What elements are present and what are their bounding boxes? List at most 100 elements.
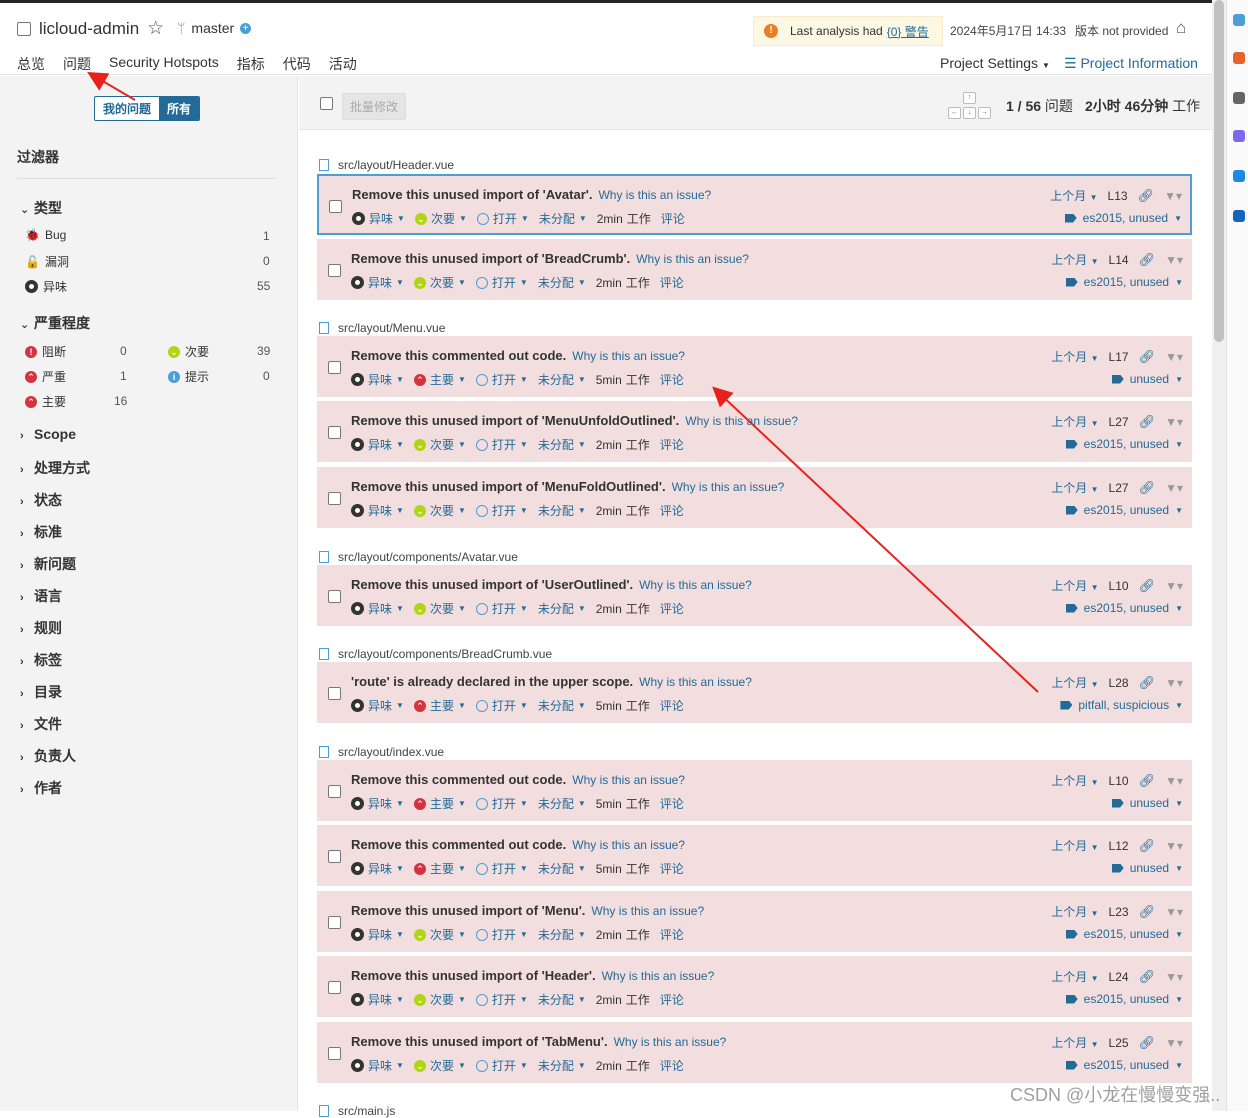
issue-status[interactable]: 打开 ▼ — [475, 600, 528, 617]
home-icon[interactable]: ⌂ — [1176, 18, 1186, 38]
issue-status[interactable]: 打开 ▼ — [475, 436, 528, 453]
issue-message[interactable]: Remove this unused import of 'Menu'. Why … — [351, 903, 704, 918]
issue-type[interactable]: 异味 ▼ — [351, 600, 404, 617]
issue-message[interactable]: Remove this unused import of 'MenuUnfold… — [351, 413, 798, 428]
file-path[interactable]: src/layout/Header.vue — [319, 158, 454, 172]
file-path[interactable]: src/main.js — [319, 1104, 395, 1118]
issue-row[interactable]: 'route' is already declared in the upper… — [317, 662, 1192, 723]
why-link[interactable]: Why is this an issue? — [685, 414, 798, 428]
file-path[interactable]: src/layout/Menu.vue — [319, 321, 445, 335]
issue-date[interactable]: 上个月 ▼ — [1051, 837, 1098, 854]
issue-message[interactable]: Remove this unused import of 'UserOutlin… — [351, 577, 752, 592]
issue-line[interactable]: L14 — [1109, 253, 1129, 267]
issue-assignee[interactable]: 未分配 ▼ — [538, 502, 586, 519]
project-settings-menu[interactable]: Project Settings ▼ — [940, 55, 1050, 71]
scrollbar-thumb[interactable] — [1214, 0, 1224, 342]
issue-checkbox[interactable] — [328, 264, 341, 277]
filter-icon[interactable]: ▼▾ — [1165, 1036, 1183, 1050]
file-path[interactable]: src/layout/components/BreadCrumb.vue — [319, 647, 552, 661]
permalink-icon[interactable]: 🔗︎ — [1139, 1035, 1156, 1051]
filter-icon[interactable]: ▼▾ — [1165, 481, 1183, 495]
issue-status[interactable]: 打开 ▼ — [475, 795, 528, 812]
issue-line[interactable]: L17 — [1109, 350, 1129, 364]
issue-message[interactable]: Remove this unused import of 'Header'. Wh… — [351, 968, 714, 983]
issue-row[interactable]: Remove this unused import of 'UserOutlin… — [317, 565, 1192, 626]
why-link[interactable]: Why is this an issue? — [572, 838, 685, 852]
comment-link[interactable]: 评论 — [660, 1057, 684, 1074]
issue-line[interactable]: L12 — [1109, 839, 1129, 853]
issue-severity[interactable]: ⌄ 次要 ▼ — [413, 274, 466, 291]
issue-status[interactable]: 打开 ▼ — [475, 860, 528, 877]
why-link[interactable]: Why is this an issue? — [614, 1035, 727, 1049]
issue-date[interactable]: 上个月 ▼ — [1051, 903, 1098, 920]
filter-icon[interactable]: ▼▾ — [1165, 350, 1183, 364]
permalink-icon[interactable]: 🔗︎ — [1139, 349, 1156, 365]
panel-icon[interactable] — [1233, 92, 1245, 104]
issue-date[interactable]: 上个月 ▼ — [1051, 348, 1098, 365]
warning-link[interactable]: {0} 警告 — [887, 23, 929, 40]
panel-icon[interactable] — [1233, 210, 1245, 222]
issue-severity[interactable]: ⌄ 次要 ▼ — [413, 926, 466, 943]
issue-assignee[interactable]: 未分配 ▼ — [538, 860, 586, 877]
issue-severity[interactable]: ⌃ 主要 ▼ — [413, 697, 466, 714]
issue-status[interactable]: 打开 ▼ — [475, 502, 528, 519]
issue-status[interactable]: 打开 ▼ — [475, 371, 528, 388]
comment-link[interactable]: 评论 — [660, 860, 684, 877]
issue-message[interactable]: Remove this unused import of 'Avatar'. Wh… — [352, 187, 711, 202]
comment-link[interactable]: 评论 — [661, 210, 685, 227]
issue-assignee[interactable]: 未分配 ▼ — [539, 210, 587, 227]
issue-row[interactable]: Remove this unused import of 'Header'. Wh… — [317, 956, 1192, 1017]
select-all-checkbox[interactable] — [320, 97, 333, 110]
why-link[interactable]: Why is this an issue? — [572, 773, 685, 787]
severity-critical[interactable]: ⌃ 严重 — [25, 368, 66, 385]
issue-message[interactable]: Remove this unused import of 'MenuFoldOu… — [351, 479, 784, 494]
file-path[interactable]: src/layout/components/Avatar.vue — [319, 550, 518, 564]
why-link[interactable]: Why is this an issue? — [602, 969, 715, 983]
comment-link[interactable]: 评论 — [660, 795, 684, 812]
panel-icon[interactable] — [1233, 52, 1245, 64]
issue-tags[interactable]: unused ▼ — [1111, 861, 1183, 875]
permalink-icon[interactable]: 🔗︎ — [1139, 480, 1156, 496]
issue-type[interactable]: 异味 ▼ — [351, 436, 404, 453]
severity-info[interactable]: i 提示 — [168, 368, 209, 385]
issue-severity[interactable]: ⌄ 次要 ▼ — [413, 991, 466, 1008]
issue-row[interactable]: Remove this commented out code. Why is th… — [317, 760, 1192, 821]
severity-major[interactable]: ⌃ 主要 — [25, 393, 66, 410]
issue-line[interactable]: L23 — [1109, 905, 1129, 919]
issue-message[interactable]: Remove this commented out code. Why is th… — [351, 837, 685, 852]
my-issues-button[interactable]: 我的问题 — [95, 97, 160, 120]
issue-status[interactable]: 打开 ▼ — [475, 1057, 528, 1074]
issue-tags[interactable]: pitfall, suspicious ▼ — [1060, 698, 1183, 712]
filter-icon[interactable]: ▼▾ — [1165, 579, 1183, 593]
issue-status[interactable]: 打开 ▼ — [475, 991, 528, 1008]
permalink-icon[interactable]: 🔗︎ — [1139, 414, 1156, 430]
issue-checkbox[interactable] — [328, 687, 341, 700]
issue-checkbox[interactable] — [328, 785, 341, 798]
issue-checkbox[interactable] — [329, 200, 342, 213]
issue-message[interactable]: Remove this unused import of 'TabMenu'. W… — [351, 1034, 726, 1049]
permalink-icon[interactable]: 🔗︎ — [1139, 969, 1156, 985]
issue-line[interactable]: L10 — [1109, 579, 1129, 593]
issue-checkbox[interactable] — [328, 1047, 341, 1060]
project-information-link[interactable]: ☰ Project Information — [1064, 55, 1198, 72]
filter-icon[interactable]: ▼▾ — [1165, 774, 1183, 788]
type-vulnerability[interactable]: 🔓 漏洞 — [25, 253, 69, 270]
facet-header[interactable]: › Scope — [20, 426, 76, 442]
issue-line[interactable]: L24 — [1109, 970, 1129, 984]
bulk-change-button[interactable]: 批量修改 — [342, 93, 407, 120]
facet-header[interactable]: › 目录 — [20, 682, 62, 702]
facet-header[interactable]: › 标准 — [20, 522, 62, 542]
permalink-icon[interactable]: 🔗︎ — [1139, 675, 1156, 691]
file-path[interactable]: src/layout/index.vue — [319, 745, 444, 759]
filter-icon[interactable]: ▼▾ — [1164, 189, 1182, 203]
why-link[interactable]: Why is this an issue? — [591, 904, 704, 918]
facet-header[interactable]: › 作者 — [20, 778, 62, 798]
issue-date[interactable]: 上个月 ▼ — [1051, 413, 1098, 430]
facet-header[interactable]: › 语言 — [20, 586, 62, 606]
issue-severity[interactable]: ⌃ 主要 ▼ — [413, 371, 466, 388]
issue-type[interactable]: 异味 ▼ — [351, 991, 404, 1008]
issue-tags[interactable]: es2015, unused ▼ — [1065, 1058, 1183, 1072]
issue-message[interactable]: 'route' is already declared in the upper… — [351, 674, 752, 689]
issue-assignee[interactable]: 未分配 ▼ — [538, 697, 586, 714]
issue-tags[interactable]: es2015, unused ▼ — [1065, 437, 1183, 451]
